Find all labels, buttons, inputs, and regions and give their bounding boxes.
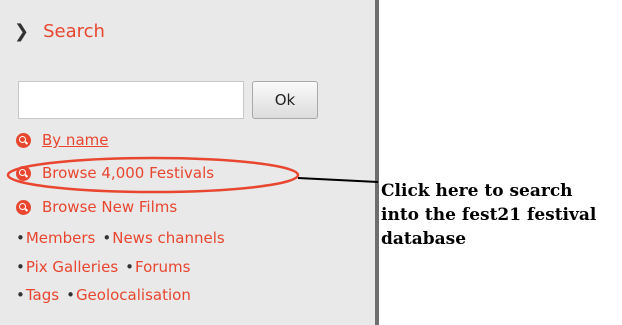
chevron-right-icon: ❯ xyxy=(14,21,30,42)
callout-text: Click here to search into the fest21 fes… xyxy=(381,179,621,251)
ok-button[interactable]: Ok xyxy=(252,81,318,119)
search-input[interactable] xyxy=(18,81,244,119)
tags-link[interactable]: Tags xyxy=(26,286,59,304)
news-channels-link[interactable]: News channels xyxy=(112,229,224,247)
bullet: • xyxy=(125,258,135,276)
magnifier-icon xyxy=(16,199,31,215)
vertical-divider xyxy=(375,0,379,325)
nav-row: • Tags • Geolocalisation xyxy=(16,286,191,304)
bullet: • xyxy=(16,286,25,304)
browse-new-films-item[interactable]: Browse New Films xyxy=(16,198,177,216)
bullet: • xyxy=(16,229,25,247)
magnifier-icon xyxy=(16,132,31,148)
browse-festivals-item[interactable]: Browse 4,000 Festivals xyxy=(16,164,214,182)
callout-line: Click here to search xyxy=(381,181,573,201)
search-by-name-item[interactable]: By name xyxy=(16,131,108,149)
nav-row: • Pix Galleries • Forums xyxy=(16,258,190,276)
pix-galleries-link[interactable]: Pix Galleries xyxy=(26,258,118,276)
forums-link[interactable]: Forums xyxy=(135,258,190,276)
search-section-header[interactable]: ❯ Search xyxy=(14,22,105,42)
bullet: • xyxy=(16,258,25,276)
section-title: Search xyxy=(43,21,105,42)
browse-festivals-link[interactable]: Browse 4,000 Festivals xyxy=(42,164,214,182)
bullet: • xyxy=(102,229,112,247)
nav-row: • Members • News channels xyxy=(16,229,225,247)
bullet: • xyxy=(66,286,75,304)
callout-line: database xyxy=(381,229,467,249)
sidebar: ❯ Search Ok By name Browse 4,000 Festiva… xyxy=(0,0,375,325)
browse-new-films-link[interactable]: Browse New Films xyxy=(42,198,177,216)
geolocalisation-link[interactable]: Geolocalisation xyxy=(76,286,191,304)
magnifier-icon xyxy=(16,165,31,181)
callout-line: into the fest21 festival xyxy=(381,205,597,225)
by-name-link[interactable]: By name xyxy=(42,131,108,149)
members-link[interactable]: Members xyxy=(26,229,96,247)
